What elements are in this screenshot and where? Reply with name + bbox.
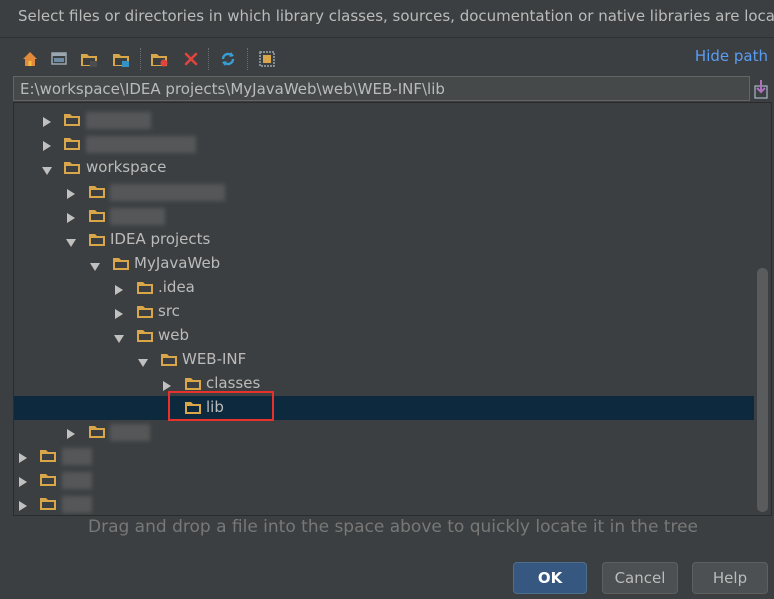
dialog-description: Select files or directories in which lib… [18,7,774,25]
module-folder-icon[interactable] [110,48,132,70]
help-button[interactable]: Help [692,562,768,594]
hide-path-link[interactable]: Hide path [695,47,768,65]
redacted-label [86,112,151,129]
expand-arrow-icon[interactable] [114,282,124,295]
folder-icon [88,232,106,247]
collapse-arrow-icon[interactable] [113,330,124,343]
folder-icon [39,496,57,511]
tree-node-label: src [158,302,180,320]
folder-icon [136,328,154,343]
desktop-icon[interactable] [48,48,70,70]
folder-icon [112,256,130,271]
tree-node-myjavaweb[interactable]: MyJavaWeb [14,252,754,276]
tree-node[interactable] [14,492,754,515]
expand-arrow-icon[interactable] [42,114,52,127]
collapse-arrow-icon[interactable] [41,162,52,175]
tree-node-web[interactable]: web [14,324,754,348]
folder-icon [88,208,106,223]
redacted-label [62,496,92,513]
tree-node[interactable] [14,132,754,156]
folder-icon [88,424,106,439]
folder-icon [184,376,202,391]
header-divider [0,37,774,38]
tree-node[interactable] [14,468,754,492]
tree-node-web-inf[interactable]: WEB-INF [14,348,754,372]
folder-icon [39,448,57,463]
tree-node-label: web [158,326,190,344]
tree-node-lib-selected[interactable]: lib [14,396,754,420]
cancel-button[interactable]: Cancel [602,562,678,594]
tree-scrollbar[interactable] [757,268,768,512]
tree-node-label: .idea [158,278,195,296]
show-hidden-icon[interactable] [256,48,278,70]
expand-arrow-icon[interactable] [66,210,76,223]
tree-node[interactable] [14,204,754,228]
folder-icon [39,472,57,487]
expand-arrow-icon[interactable] [114,306,124,319]
annotation-highlight [168,391,274,421]
expand-arrow-icon[interactable] [18,498,28,511]
expand-arrow-icon[interactable] [66,186,76,199]
tree-node-idea-projects[interactable]: IDEA projects [14,228,754,252]
drag-drop-hint: Drag and drop a file into the space abov… [87,517,699,537]
tree-node-src[interactable]: src [14,300,754,324]
expand-arrow-icon[interactable] [18,474,28,487]
tree-node[interactable] [14,180,754,204]
redacted-label [110,424,150,441]
redacted-label [110,184,225,201]
folder-icon [136,280,154,295]
redacted-label [86,136,196,153]
folder-icon [63,112,81,127]
tree-node-label: IDEA projects [110,230,211,248]
collapse-arrow-icon[interactable] [89,258,100,271]
path-history-icon[interactable] [752,78,772,100]
folder-icon [63,136,81,151]
toolbar-separator [140,48,142,70]
tree-node[interactable] [14,420,754,444]
collapse-arrow-icon[interactable] [65,234,76,247]
tree-node-label: MyJavaWeb [134,254,221,272]
ok-button[interactable]: OK [513,562,587,594]
folder-icon [136,304,154,319]
toolbar-separator [208,48,210,70]
path-input[interactable]: E:\workspace\IDEA projects\MyJavaWeb\web… [13,76,750,101]
new-folder-icon[interactable] [148,48,170,70]
expand-arrow-icon[interactable] [42,138,52,151]
tree-node-workspace[interactable]: workspace [14,156,754,180]
redacted-label [62,448,92,465]
refresh-icon[interactable] [217,48,239,70]
folder-icon [88,184,106,199]
home-icon[interactable] [19,48,41,70]
collapse-arrow-icon[interactable] [137,354,148,367]
toolbar [14,44,514,74]
tree-node[interactable] [14,108,754,132]
folder-icon [63,160,81,175]
redacted-label [110,208,165,225]
expand-arrow-icon[interactable] [18,450,28,463]
tree-node-label: classes [206,374,261,392]
tree-node-idea[interactable]: .idea [14,276,754,300]
redacted-label [62,472,92,489]
tree-node-label: WEB-INF [182,350,247,368]
tree-node-classes[interactable]: classes [14,372,754,396]
folder-icon [160,352,178,367]
project-folder-icon[interactable] [78,48,100,70]
tree-node[interactable] [14,444,754,468]
delete-icon[interactable] [180,48,202,70]
toolbar-separator [247,48,249,70]
file-tree[interactable]: workspace IDEA projects MyJavaWeb .idea … [13,102,772,516]
expand-arrow-icon[interactable] [162,378,172,391]
tree-node-label: workspace [86,158,167,176]
expand-arrow-icon[interactable] [66,426,76,439]
